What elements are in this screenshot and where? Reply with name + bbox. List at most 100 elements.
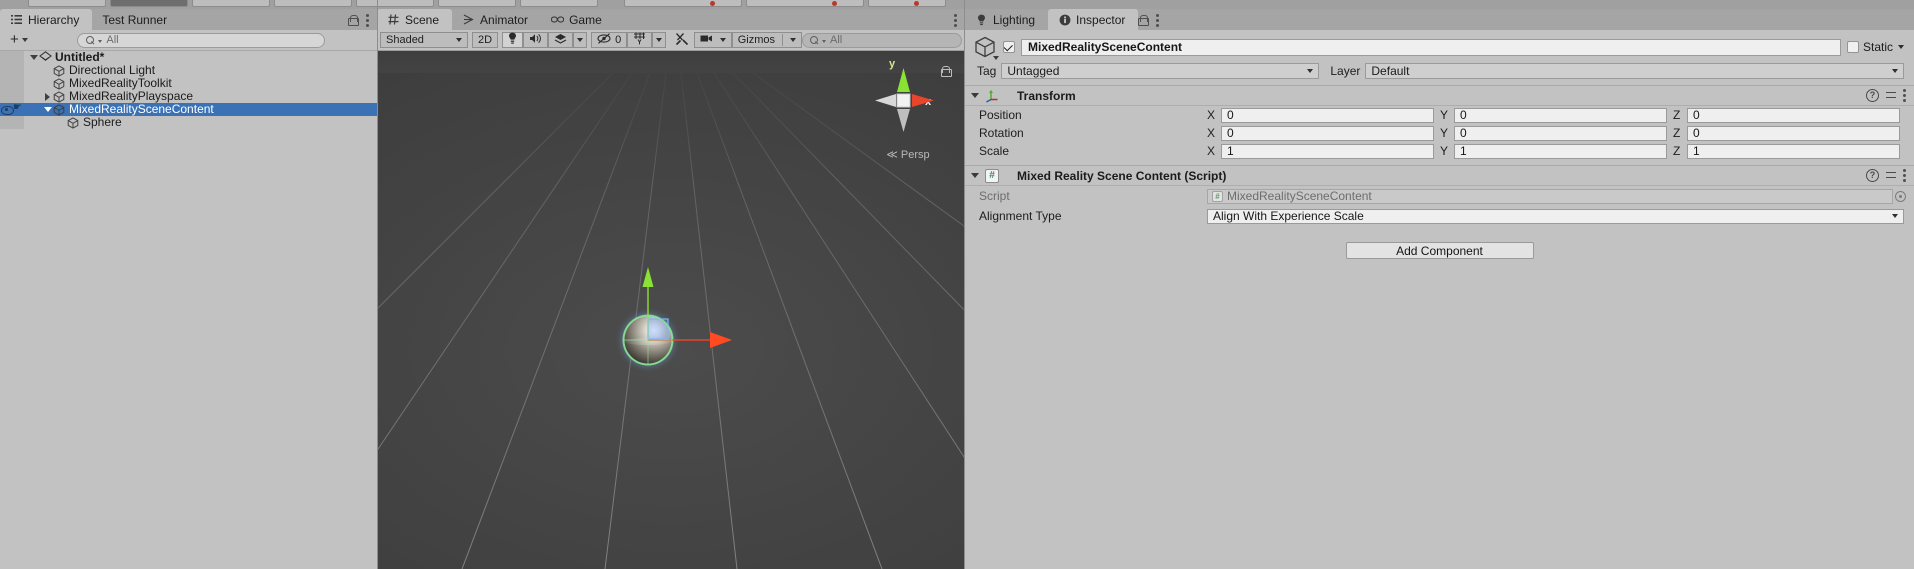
- tab-inspector[interactable]: Inspector: [1048, 9, 1138, 30]
- toolbar-move-tool[interactable]: [110, 0, 188, 7]
- static-checkbox[interactable]: [1847, 41, 1859, 53]
- tab-animator[interactable]: Animator: [452, 9, 541, 30]
- hierarchy-item-untitled[interactable]: Untitled*: [0, 51, 377, 64]
- hand-pick-icon[interactable]: [14, 105, 23, 114]
- input-rotation-x[interactable]: 0: [1221, 126, 1434, 141]
- hierarchy-item-sphere[interactable]: Sphere: [0, 116, 377, 129]
- create-object-button[interactable]: +: [6, 32, 32, 48]
- scene-audio-toggle[interactable]: [523, 32, 548, 48]
- toolbar-play-button[interactable]: [624, 0, 742, 7]
- alignment-type-label: Alignment Type: [979, 209, 1207, 223]
- chevron-down-icon[interactable]: [993, 56, 999, 60]
- tab-hierarchy[interactable]: Hierarchy: [0, 9, 92, 30]
- hidden-objects-toggle[interactable]: 0: [591, 32, 627, 48]
- object-enabled-checkbox[interactable]: [1003, 41, 1015, 53]
- preset-icon[interactable]: [1885, 170, 1897, 182]
- help-icon[interactable]: ?: [1866, 169, 1879, 182]
- chevron-down-icon[interactable]: [1898, 45, 1904, 49]
- kebab-menu-icon[interactable]: [954, 14, 957, 27]
- transform-header[interactable]: Transform ?: [965, 86, 1914, 106]
- scene-grid-dropdown[interactable]: [652, 32, 666, 48]
- scene-effects-toggle[interactable]: [548, 32, 573, 48]
- input-value: 1: [1460, 144, 1467, 158]
- hierarchy-item-directional-light[interactable]: Directional Light: [0, 64, 377, 77]
- twisty-right-icon[interactable]: [42, 93, 53, 101]
- scene-viewport[interactable]: y x ≪ Persp: [377, 51, 965, 569]
- visibility-toggles[interactable]: [1, 105, 23, 114]
- search-filter-chevron-icon: [98, 40, 102, 43]
- kebab-menu-icon[interactable]: [1903, 169, 1906, 182]
- input-position-y[interactable]: 0: [1454, 108, 1667, 123]
- axis-group-z: Z1: [1673, 144, 1906, 159]
- tab-test-runner[interactable]: Test Runner: [92, 9, 180, 30]
- move-gizmo[interactable]: [608, 261, 788, 401]
- toolbar-rotate-tool[interactable]: [192, 0, 270, 7]
- tab-scene[interactable]: Scene: [377, 9, 452, 30]
- scene-camera-button[interactable]: [694, 32, 732, 48]
- scene-view-gizmo[interactable]: y x ≪ Persp: [865, 56, 951, 161]
- layer-dropdown[interactable]: Default: [1365, 63, 1904, 79]
- input-position-z[interactable]: 0: [1687, 108, 1900, 123]
- info-icon: [1058, 13, 1071, 26]
- lock-icon[interactable]: [348, 15, 357, 26]
- axis-label-y: Y: [1440, 108, 1454, 122]
- hierarchy-item-mixedrealityscenecontent[interactable]: MixedRealitySceneContent: [0, 103, 377, 116]
- toolbar-pause-button[interactable]: [746, 0, 864, 7]
- tag-dropdown[interactable]: Untagged: [1001, 63, 1319, 79]
- scene-tools-icon: [675, 32, 689, 49]
- tab-lighting[interactable]: Lighting: [965, 9, 1048, 30]
- hierarchy-search-input[interactable]: All: [77, 33, 325, 48]
- toolbar-hand-tool[interactable]: [28, 0, 106, 7]
- draw-mode-dropdown[interactable]: Shaded: [380, 32, 468, 48]
- vector3-field: X0Y0Z0: [1207, 108, 1906, 123]
- transform-title: Transform: [1017, 89, 1076, 103]
- input-scale-z[interactable]: 1: [1687, 144, 1900, 159]
- kebab-menu-icon[interactable]: [1903, 89, 1906, 102]
- tab-game[interactable]: Game: [541, 9, 615, 30]
- input-scale-x[interactable]: 1: [1221, 144, 1434, 159]
- twisty-down-icon[interactable]: [28, 55, 39, 60]
- foldout-triangle-icon[interactable]: [971, 173, 979, 178]
- chevron-down-icon: [22, 38, 28, 42]
- add-component-button[interactable]: Add Component: [1346, 242, 1534, 259]
- scene-inspector-divider[interactable]: [964, 0, 965, 569]
- preset-icon[interactable]: [1885, 90, 1897, 102]
- gameobject-icon: [53, 78, 65, 90]
- foldout-triangle-icon[interactable]: [971, 93, 979, 98]
- object-picker-icon[interactable]: [1895, 191, 1906, 202]
- scene-grid-toggle[interactable]: [627, 32, 652, 48]
- toolbar-transform-tool[interactable]: [438, 0, 516, 7]
- scene-selected-object[interactable]: [608, 261, 788, 401]
- twisty-down-icon[interactable]: [42, 107, 53, 112]
- scene-effects-dropdown[interactable]: [573, 32, 587, 48]
- static-toggle[interactable]: Static: [1847, 40, 1908, 54]
- scene-lighting-toggle[interactable]: [502, 32, 523, 48]
- speaker-icon: [529, 33, 542, 47]
- eye-icon[interactable]: [1, 106, 12, 114]
- input-value: 0: [1460, 126, 1467, 140]
- script-field-value: MixedRealitySceneContent: [1227, 189, 1372, 203]
- scene-search-input[interactable]: All: [802, 33, 962, 48]
- input-position-x[interactable]: 0: [1221, 108, 1434, 123]
- input-rotation-y[interactable]: 0: [1454, 126, 1667, 141]
- gizmos-dropdown[interactable]: Gizmos: [732, 32, 802, 48]
- hierarchy-scene-divider[interactable]: [377, 0, 378, 569]
- gizmo-projection-label[interactable]: ≪ Persp: [865, 148, 951, 161]
- toolbar-custom-tool[interactable]: [520, 0, 598, 7]
- script-component-header[interactable]: # Mixed Reality Scene Content (Script) ?: [965, 166, 1914, 186]
- scene-tools-button[interactable]: [670, 32, 694, 48]
- toolbar-step-button[interactable]: [868, 0, 946, 7]
- toolbar-rect-tool[interactable]: [356, 0, 434, 7]
- gameobject-icon: [973, 35, 997, 59]
- kebab-menu-icon[interactable]: [366, 14, 369, 27]
- input-rotation-z[interactable]: 0: [1687, 126, 1900, 141]
- input-scale-y[interactable]: 1: [1454, 144, 1667, 159]
- kebab-menu-icon[interactable]: [1156, 14, 1159, 27]
- toggle-2d-button[interactable]: 2D: [472, 32, 498, 48]
- alignment-type-dropdown[interactable]: Align With Experience Scale: [1207, 209, 1904, 224]
- animator-icon: [462, 13, 475, 26]
- toolbar-scale-tool[interactable]: [274, 0, 352, 7]
- lock-icon[interactable]: [1138, 15, 1147, 26]
- help-icon[interactable]: ?: [1866, 89, 1879, 102]
- object-name-field[interactable]: MixedRealitySceneContent: [1021, 39, 1841, 56]
